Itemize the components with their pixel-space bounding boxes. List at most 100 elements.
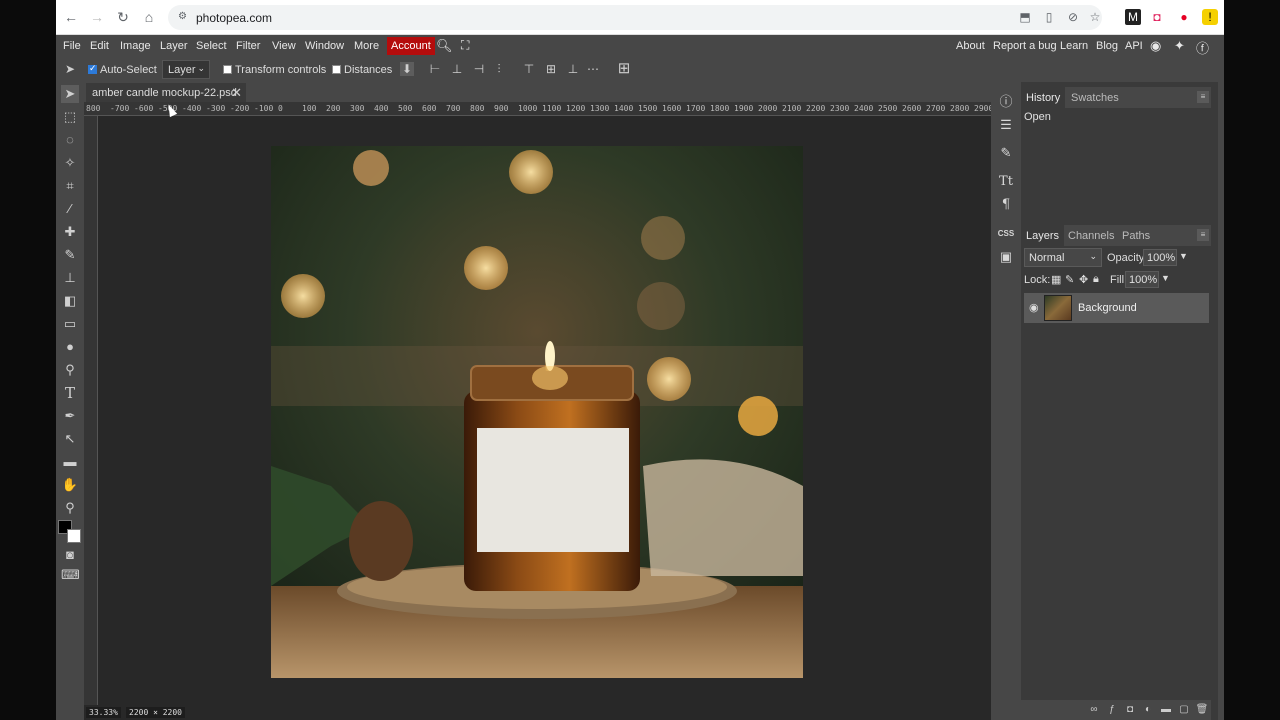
link-layers-icon[interactable]: ∞ xyxy=(1087,703,1101,717)
pocket-icon[interactable]: ◘ xyxy=(1149,9,1165,25)
link-learn[interactable]: Learn xyxy=(1060,40,1088,52)
account-button[interactable]: Account xyxy=(387,37,435,55)
quick-mask-icon[interactable]: ◙ xyxy=(61,546,79,564)
pinterest-icon[interactable]: ● xyxy=(1176,9,1192,25)
tab-history[interactable]: History xyxy=(1021,87,1066,108)
distances-checkbox[interactable] xyxy=(332,65,341,74)
lasso-tool-icon[interactable]: ◌ xyxy=(61,131,79,149)
panel-menu-icon[interactable]: ≡ xyxy=(1197,229,1209,241)
address-bar[interactable]: ⚙ photopea.com ⬒ ▯ ⊘ ☆ xyxy=(168,5,1102,30)
search-icon[interactable]: 🔍︎ xyxy=(436,38,453,54)
dodge-tool-icon[interactable]: ⚲ xyxy=(61,361,79,379)
trash-icon[interactable]: 🗑︎ xyxy=(1195,703,1209,717)
layer-row[interactable]: ◉ Background xyxy=(1024,293,1209,323)
hide-icon[interactable]: ⊘ xyxy=(1065,9,1081,25)
menu-file[interactable]: File xyxy=(63,40,81,52)
visibility-eye-icon[interactable]: ◉ xyxy=(1029,301,1039,314)
extension-yellow-icon[interactable]: ! xyxy=(1202,9,1218,25)
align-bottom-icon[interactable]: ⊥ xyxy=(566,62,580,76)
link-report-bug[interactable]: Report a bug xyxy=(993,40,1057,52)
image-icon[interactable]: ▣ xyxy=(996,247,1016,267)
back-icon[interactable]: ← xyxy=(62,8,80,26)
effects-icon[interactable]: ƒ xyxy=(1105,703,1119,717)
site-info-icon[interactable]: ⚙ xyxy=(178,11,187,22)
screen-mode-icon[interactable]: ⌨ xyxy=(61,566,80,584)
align-right-icon[interactable]: ⊣ xyxy=(472,62,486,76)
clone-stamp-tool-icon[interactable]: ⊥ xyxy=(61,269,79,287)
bookmark-star-icon[interactable]: ☆ xyxy=(1087,9,1103,25)
paragraph-icon[interactable]: ¶ xyxy=(996,195,1016,215)
document-tab[interactable]: amber candle mockup-22.psd ✕ xyxy=(86,83,246,102)
canvas-area[interactable] xyxy=(98,116,991,705)
download-icon[interactable]: ⬇ xyxy=(400,62,414,76)
move-tool-icon[interactable]: ➤ xyxy=(61,85,79,103)
move-tool-option-icon[interactable]: ➤ xyxy=(63,62,77,76)
menu-select[interactable]: Select xyxy=(196,40,227,52)
zoom-level[interactable]: 33.33% xyxy=(86,707,121,718)
adjustments-icon[interactable]: ☰ xyxy=(996,115,1016,135)
menu-layer[interactable]: Layer xyxy=(160,40,188,52)
install-app-icon[interactable]: ⬒ xyxy=(1017,9,1033,25)
eraser-tool-icon[interactable]: ◧ xyxy=(61,292,79,310)
fullscreen-icon[interactable]: ⛶ xyxy=(461,38,469,53)
close-icon[interactable]: ✕ xyxy=(231,85,242,101)
align-middle-icon[interactable]: ⊞ xyxy=(544,62,558,76)
reload-icon[interactable]: ↻ xyxy=(114,8,132,26)
eyedropper-tool-icon[interactable]: ⁄ xyxy=(61,200,79,218)
lock-move-icon[interactable]: ✥ xyxy=(1079,273,1088,286)
link-blog[interactable]: Blog xyxy=(1096,40,1118,52)
lock-pixels-icon[interactable]: ▦ xyxy=(1051,273,1061,286)
mask-icon[interactable]: ◘ xyxy=(1123,703,1137,717)
forward-icon[interactable]: → xyxy=(88,8,106,26)
path-selection-tool-icon[interactable]: ↖ xyxy=(61,430,79,448)
tab-layers[interactable]: Layers xyxy=(1021,225,1065,246)
background-color-swatch[interactable] xyxy=(67,529,81,543)
page-icon[interactable]: ▯ xyxy=(1041,9,1057,25)
align-center-icon[interactable]: ⊥ xyxy=(450,62,464,76)
home-icon[interactable]: ⌂ xyxy=(140,8,158,26)
rectangle-tool-icon[interactable]: ▬ xyxy=(61,453,79,471)
zoom-tool-icon[interactable]: ⚲ xyxy=(61,499,79,517)
align-left-icon[interactable]: ⊢ xyxy=(428,62,442,76)
panel-menu-icon[interactable]: ≡ xyxy=(1197,91,1209,103)
pen-tool-icon[interactable]: ✒ xyxy=(61,407,79,425)
fill-arrow-icon[interactable]: ▼ xyxy=(1161,273,1170,283)
distribute-icon[interactable]: ⫶ xyxy=(492,62,506,76)
menu-image[interactable]: Image xyxy=(120,40,151,52)
menu-more[interactable]: More xyxy=(354,40,379,52)
menu-filter[interactable]: Filter xyxy=(236,40,260,52)
magic-wand-tool-icon[interactable]: ✧ xyxy=(61,154,79,172)
hand-tool-icon[interactable]: ✋ xyxy=(61,476,79,494)
transform-controls-checkbox[interactable] xyxy=(223,65,232,74)
lock-brush-icon[interactable]: ✎ xyxy=(1065,273,1074,286)
twitter-icon[interactable]: ✦ xyxy=(1174,38,1185,54)
menu-window[interactable]: Window xyxy=(305,40,344,52)
character-icon[interactable]: Tt xyxy=(996,172,1016,192)
adjustment-layer-icon[interactable]: ◐ xyxy=(1141,703,1155,717)
link-about[interactable]: About xyxy=(956,40,985,52)
blend-mode-dropdown[interactable]: Normal ⌄ xyxy=(1024,248,1102,267)
opacity-input[interactable]: 100% xyxy=(1143,249,1177,266)
reddit-icon[interactable]: ◉ xyxy=(1150,38,1161,54)
grid-icon[interactable]: ⊞ xyxy=(617,61,631,76)
css-icon[interactable]: CSS xyxy=(996,224,1016,244)
healing-brush-tool-icon[interactable]: ✚ xyxy=(61,223,79,241)
menu-view[interactable]: View xyxy=(272,40,296,52)
tab-channels[interactable]: Channels xyxy=(1063,225,1119,246)
lock-all-icon[interactable]: 🔒︎ xyxy=(1093,273,1099,286)
menu-edit[interactable]: Edit xyxy=(90,40,109,52)
blur-tool-icon[interactable]: ● xyxy=(61,338,79,356)
auto-select-checkbox[interactable] xyxy=(88,63,97,74)
brush-tool-icon[interactable]: ✎ xyxy=(61,246,79,264)
tab-swatches[interactable]: Swatches xyxy=(1066,87,1124,108)
folder-icon[interactable]: ▬ xyxy=(1159,703,1173,717)
facebook-icon[interactable]: ⓕ xyxy=(1196,38,1209,57)
link-api[interactable]: API xyxy=(1125,40,1143,52)
extension-icon[interactable]: M xyxy=(1125,9,1141,25)
brush-settings-icon[interactable]: ✎ xyxy=(996,143,1016,163)
opacity-arrow-icon[interactable]: ▼ xyxy=(1179,251,1188,261)
gradient-tool-icon[interactable]: ▭ xyxy=(61,315,79,333)
auto-select-target-dropdown[interactable]: Layer ⌄ xyxy=(162,60,210,79)
distribute-vertical-icon[interactable]: ⋯ xyxy=(586,62,600,76)
new-layer-icon[interactable]: ▢ xyxy=(1177,703,1191,717)
